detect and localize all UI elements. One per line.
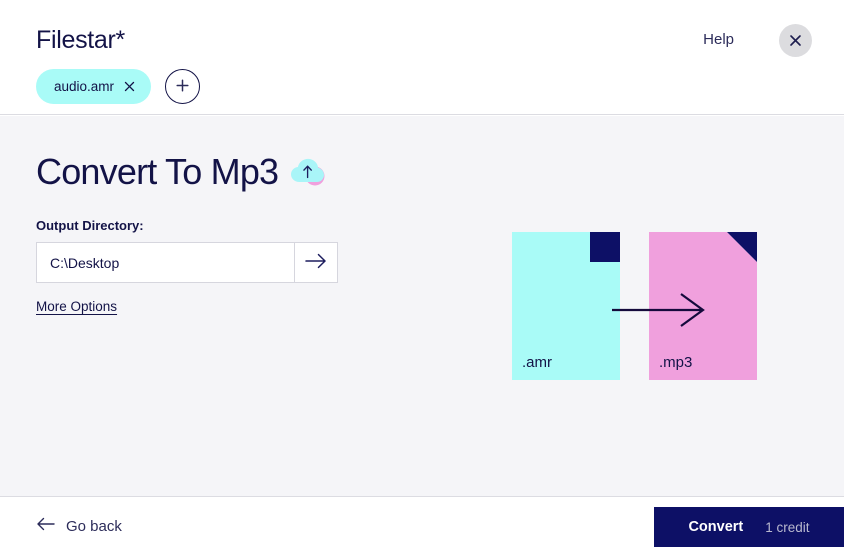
source-extension-label: .amr (522, 354, 552, 371)
output-directory-input[interactable] (36, 242, 294, 283)
source-file-card: .amr (512, 232, 620, 380)
more-options-link[interactable]: More Options (36, 299, 117, 314)
main-content: Convert To Mp3 Output Directory: More Op… (0, 116, 844, 497)
convert-button[interactable]: Convert 1 credit (654, 507, 844, 547)
convert-button-label: Convert (688, 519, 744, 535)
brand-logo: Filestar* (36, 26, 125, 54)
target-extension-label: .mp3 (659, 354, 693, 371)
go-back-button[interactable]: Go back (36, 517, 122, 535)
page-title-row: Convert To Mp3 (36, 154, 330, 190)
file-chip-label: audio.amr (54, 79, 115, 94)
output-directory-label: Output Directory: (36, 218, 144, 233)
add-file-button[interactable] (165, 69, 201, 104)
cloud-upload-icon (290, 156, 330, 188)
file-chip[interactable]: audio.amr (36, 69, 152, 104)
app-header: Filestar* Help audio.amr (0, 0, 844, 115)
help-link[interactable]: Help (703, 31, 734, 48)
output-directory-row (36, 242, 338, 283)
app-footer: Go back Convert 1 credit (0, 498, 844, 556)
arrow-right-icon (612, 292, 710, 328)
close-icon (789, 34, 802, 47)
arrow-right-icon (304, 252, 328, 273)
convert-credit-label: 1 credit (765, 519, 810, 535)
file-chips-row: audio.amr (36, 69, 201, 104)
go-back-label: Go back (66, 517, 122, 535)
arrow-left-icon (36, 517, 56, 535)
page-title: Convert To Mp3 (36, 151, 279, 192)
conversion-graphic: .amr .mp3 (512, 232, 758, 380)
close-icon[interactable] (124, 81, 135, 92)
output-directory-go-button[interactable] (294, 242, 338, 283)
close-window-button[interactable] (779, 24, 812, 57)
output-directory-form: Output Directory: More Options (36, 218, 338, 316)
plus-icon (175, 78, 190, 96)
